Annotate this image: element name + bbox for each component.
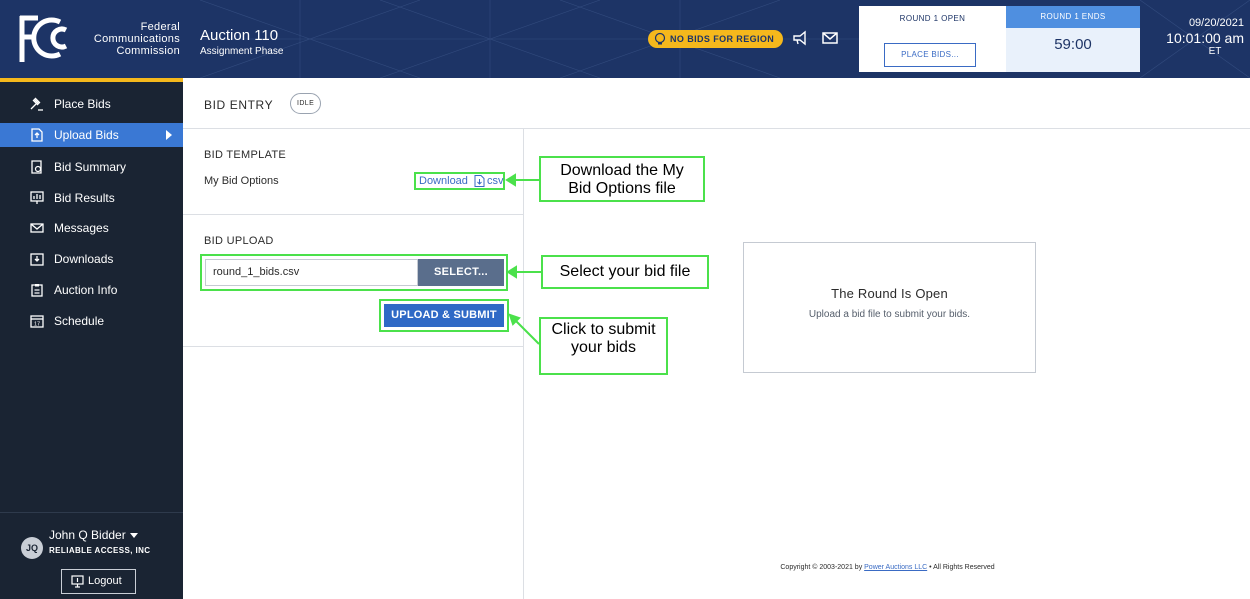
- download-tray-icon: [30, 253, 44, 266]
- round-countdown: 59:00: [1054, 36, 1092, 53]
- round-open-title: The Round Is Open: [831, 286, 948, 301]
- company-name: RELIABLE ACCESS, INC: [49, 546, 151, 555]
- copyright-prefix: Copyright © 2003-2021 by: [780, 564, 865, 571]
- current-time: 10:01:00 am: [1166, 30, 1244, 46]
- round-open-subtitle: Upload a bid file to submit your bids.: [808, 309, 971, 320]
- page-title: BID ENTRY: [204, 98, 274, 112]
- logout-button[interactable]: Logout: [61, 569, 136, 594]
- sidebar-item-upload-bids[interactable]: Upload Bids: [0, 123, 183, 147]
- auction-phase: Assignment Phase: [200, 46, 284, 57]
- sidebar-item-label: Downloads: [54, 252, 114, 266]
- sidebar-item-schedule[interactable]: 17 Schedule: [0, 309, 183, 333]
- no-bids-text: NO BIDS FOR REGION: [670, 34, 775, 44]
- sidebar-item-messages[interactable]: Messages: [0, 216, 183, 240]
- user-name[interactable]: John Q Bidder: [49, 528, 126, 542]
- calendar-icon: 17: [30, 315, 44, 328]
- sidebar: Place Bids Upload Bids Bid Summary Bid R…: [0, 82, 183, 599]
- download-csv-link[interactable]: Download csv: [414, 172, 505, 190]
- fcc-logo[interactable]: Federal Communications Commission: [0, 0, 183, 78]
- current-datetime: 09/20/2021 10:01:00 am ET: [1150, 16, 1244, 58]
- bid-upload-heading: BID UPLOAD: [204, 235, 274, 247]
- logo-line-1: Federal: [140, 21, 180, 33]
- no-bids-badge[interactable]: NO BIDS FOR REGION: [648, 30, 784, 48]
- submit-callout-line-1: Click to submit: [551, 321, 656, 338]
- megaphone-icon[interactable]: [792, 30, 808, 46]
- status-badge: IDLE: [290, 93, 322, 114]
- bid-entry-panel: BID TEMPLATE My Bid Options Download csv…: [183, 129, 524, 599]
- timezone: ET: [1208, 46, 1222, 57]
- clipboard-icon: [31, 284, 43, 297]
- sidebar-item-label: Messages: [54, 221, 109, 235]
- logout-icon: [71, 575, 84, 588]
- lightbulb-icon: [654, 32, 666, 45]
- upload-submit-button[interactable]: UPLOAD & SUBMIT: [384, 304, 504, 327]
- sidebar-item-label: Place Bids: [54, 97, 111, 111]
- auction-title: Auction 110: [200, 27, 279, 44]
- round-status-box: ROUND 1 OPEN PLACE BIDS...: [859, 6, 1006, 72]
- gavel-icon: [30, 97, 43, 111]
- submit-callout-line-2: your bids: [571, 339, 636, 356]
- user-block: JQ John Q Bidder RELIABLE ACCESS, INC Lo…: [0, 512, 183, 599]
- download-callout-line-1: Download the My: [560, 162, 684, 179]
- round-open-card: The Round Is Open Upload a bid file to s…: [743, 242, 1036, 373]
- download-label: Download: [419, 175, 468, 187]
- fcc-logo-mark: [19, 15, 68, 62]
- envelope-icon: [30, 223, 44, 233]
- page-title-bar: BID ENTRY IDLE: [183, 82, 1250, 129]
- file-select-group: round_1_bids.csv SELECT...: [200, 254, 508, 291]
- caret-right-icon: [166, 130, 172, 140]
- sidebar-item-bid-summary[interactable]: Bid Summary: [0, 155, 183, 179]
- sidebar-item-auction-info[interactable]: Auction Info: [0, 278, 183, 302]
- mail-icon[interactable]: [822, 31, 838, 45]
- svg-text:17: 17: [34, 322, 40, 328]
- sidebar-item-label: Auction Info: [54, 283, 118, 297]
- place-bids-button[interactable]: PLACE BIDS...: [884, 43, 976, 67]
- submit-callout: Click to submit your bids: [539, 317, 668, 375]
- bid-upload-section: BID UPLOAD round_1_bids.csv SELECT... UP…: [183, 215, 523, 347]
- sidebar-item-place-bids[interactable]: Place Bids: [0, 92, 183, 116]
- logout-label: Logout: [88, 575, 122, 587]
- submit-group: UPLOAD & SUBMIT: [379, 299, 509, 332]
- sidebar-item-bid-results[interactable]: Bid Results: [0, 186, 183, 210]
- chevron-down-icon[interactable]: [130, 533, 138, 538]
- power-auctions-link[interactable]: Power Auctions LLC: [864, 564, 927, 571]
- bid-file-input[interactable]: round_1_bids.csv: [205, 259, 418, 286]
- round-open-label: ROUND 1 OPEN: [899, 14, 966, 23]
- sidebar-item-label: Upload Bids: [54, 128, 119, 142]
- bid-summary-icon: [31, 160, 42, 174]
- download-callout-line-2: Bid Options file: [568, 180, 676, 197]
- copyright-suffix: • All Rights Reserved: [927, 564, 995, 571]
- my-bid-options-label: My Bid Options: [204, 175, 279, 187]
- copyright: Copyright © 2003-2021 by Power Auctions …: [525, 564, 1250, 571]
- top-header: Federal Communications Commission Auctio…: [0, 0, 1250, 78]
- avatar[interactable]: JQ: [21, 537, 43, 559]
- round-timer-box: ROUND 1 ENDS 59:00: [1006, 6, 1140, 72]
- csv-label: csv: [487, 175, 504, 187]
- upload-file-icon: [31, 128, 43, 142]
- sidebar-item-downloads[interactable]: Downloads: [0, 247, 183, 271]
- current-date: 09/20/2021: [1188, 17, 1244, 29]
- sidebar-item-label: Bid Results: [54, 191, 115, 205]
- select-file-button[interactable]: SELECT...: [418, 259, 504, 286]
- logo-line-3: Commission: [116, 45, 180, 57]
- logo-line-2: Communications: [93, 33, 180, 45]
- bid-template-heading: BID TEMPLATE: [204, 149, 287, 161]
- select-callout: Select your bid file: [541, 255, 709, 289]
- file-download-icon: [474, 175, 485, 187]
- sidebar-item-label: Schedule: [54, 314, 105, 328]
- sidebar-item-label: Bid Summary: [54, 160, 127, 174]
- round-ends-label: ROUND 1 ENDS: [1006, 6, 1140, 28]
- fcc-logo-text: Federal Communications Commission: [84, 21, 180, 57]
- download-callout: Download the My Bid Options file: [539, 156, 705, 202]
- bid-results-icon: [30, 191, 44, 204]
- bid-template-section: BID TEMPLATE My Bid Options Download csv: [183, 129, 523, 215]
